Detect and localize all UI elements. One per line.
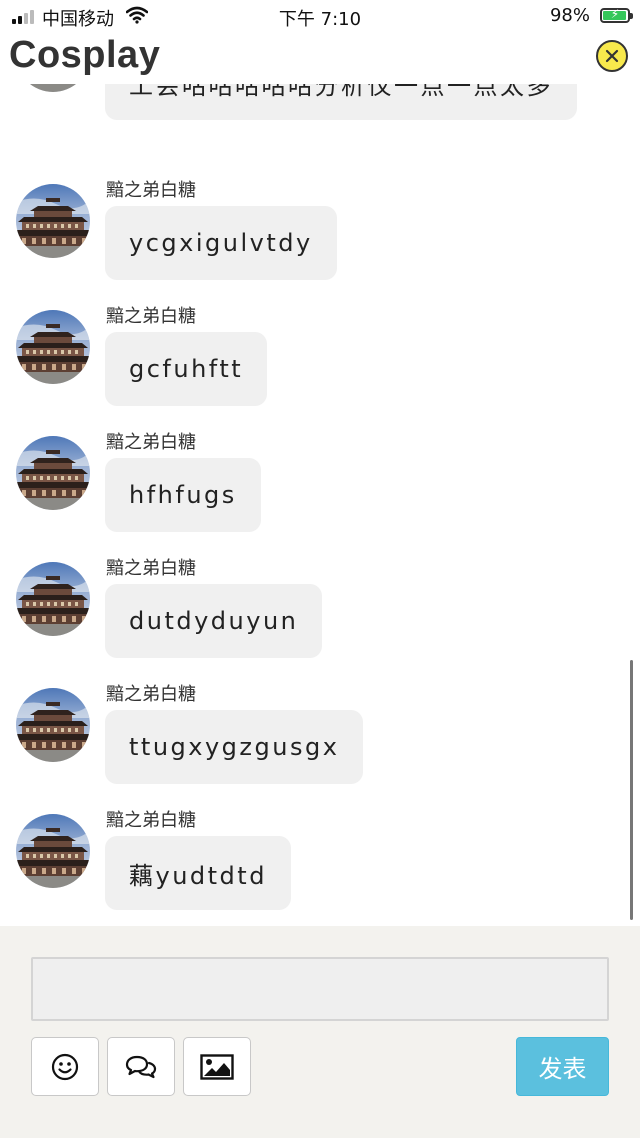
chat-button[interactable] <box>107 1037 175 1096</box>
message-bubble[interactable]: ycgxigulvtdy <box>105 206 337 280</box>
chat-bubbles-icon <box>125 1055 157 1078</box>
avatar[interactable] <box>16 562 90 636</box>
avatar[interactable] <box>16 436 90 510</box>
sender-name: 黯之弟白糖 <box>106 684 196 705</box>
message-text: 藕yudtdtd <box>129 861 267 890</box>
sender-name: 黯之弟白糖 <box>106 558 196 579</box>
sender-name: 黯之弟白糖 <box>106 810 196 831</box>
status-bar: 中国移动 下午 7:10 98% ⚡ <box>0 0 640 34</box>
message-bubble[interactable]: gcfuhftt <box>105 332 268 406</box>
message-bubble[interactable]: 工会咕咕咕咕咕分析仪一点一点太多 <box>105 84 577 120</box>
message-bubble[interactable]: hfhfugs <box>105 458 261 532</box>
message-text: ttugxygzgusgx <box>129 733 340 761</box>
message-item: 黯之弟白糖 hfhfugs <box>0 426 640 536</box>
smiley-icon <box>51 1053 79 1080</box>
send-button[interactable]: 发表 <box>516 1037 609 1096</box>
battery-charging-icon: ⚡ <box>600 7 633 23</box>
message-list[interactable]: 工会咕咕咕咕咕分析仪一点一点太多 黯之弟白糖 ycgxigulvtdy 黯之弟白… <box>0 84 640 926</box>
message-bubble[interactable]: dutdyduyun <box>105 584 323 658</box>
message-item: 黯之弟白糖 ycgxigulvtdy <box>0 174 640 284</box>
page-title: Cosplay <box>9 34 161 76</box>
message-text: 工会咕咕咕咕咕分析仪一点一点太多 <box>129 84 553 100</box>
chat-screen: 中国移动 下午 7:10 98% ⚡ Cosplay 工会咕咕咕咕咕分析仪一点一… <box>0 0 640 1138</box>
close-icon <box>605 49 619 63</box>
sender-name: 黯之弟白糖 <box>106 306 196 327</box>
message-bubble[interactable]: ttugxygzgusgx <box>105 710 364 784</box>
sender-name: 黯之弟白糖 <box>106 180 196 201</box>
header: Cosplay <box>0 34 640 84</box>
message-bubble[interactable]: 藕yudtdtd <box>105 836 291 910</box>
status-time: 下午 7:10 <box>278 9 362 30</box>
message-text: dutdyduyun <box>129 607 299 635</box>
message-item: 黯之弟白糖 ttugxygzgusgx <box>0 678 640 788</box>
close-button[interactable] <box>596 40 628 72</box>
emoji-button[interactable] <box>31 1037 99 1096</box>
composer: 发表 <box>0 926 640 1138</box>
battery-percent: 98% <box>549 5 590 26</box>
message-text: hfhfugs <box>129 481 237 509</box>
message-text: ycgxigulvtdy <box>129 229 313 257</box>
message-item: 工会咕咕咕咕咕分析仪一点一点太多 <box>0 84 640 156</box>
avatar[interactable] <box>16 310 90 384</box>
image-icon <box>200 1053 234 1080</box>
avatar[interactable] <box>16 814 90 888</box>
avatar[interactable] <box>16 688 90 762</box>
message-item: 黯之弟白糖 藕yudtdtd <box>0 804 640 914</box>
message-item: 黯之弟白糖 gcfuhftt <box>0 300 640 410</box>
scrollbar[interactable] <box>630 660 633 920</box>
avatar[interactable] <box>16 184 90 258</box>
image-button[interactable] <box>183 1037 251 1096</box>
message-item: 黯之弟白糖 dutdyduyun <box>0 552 640 662</box>
message-text: gcfuhftt <box>129 355 244 383</box>
message-input[interactable] <box>31 957 609 1021</box>
avatar[interactable] <box>16 84 90 92</box>
sender-name: 黯之弟白糖 <box>106 432 196 453</box>
